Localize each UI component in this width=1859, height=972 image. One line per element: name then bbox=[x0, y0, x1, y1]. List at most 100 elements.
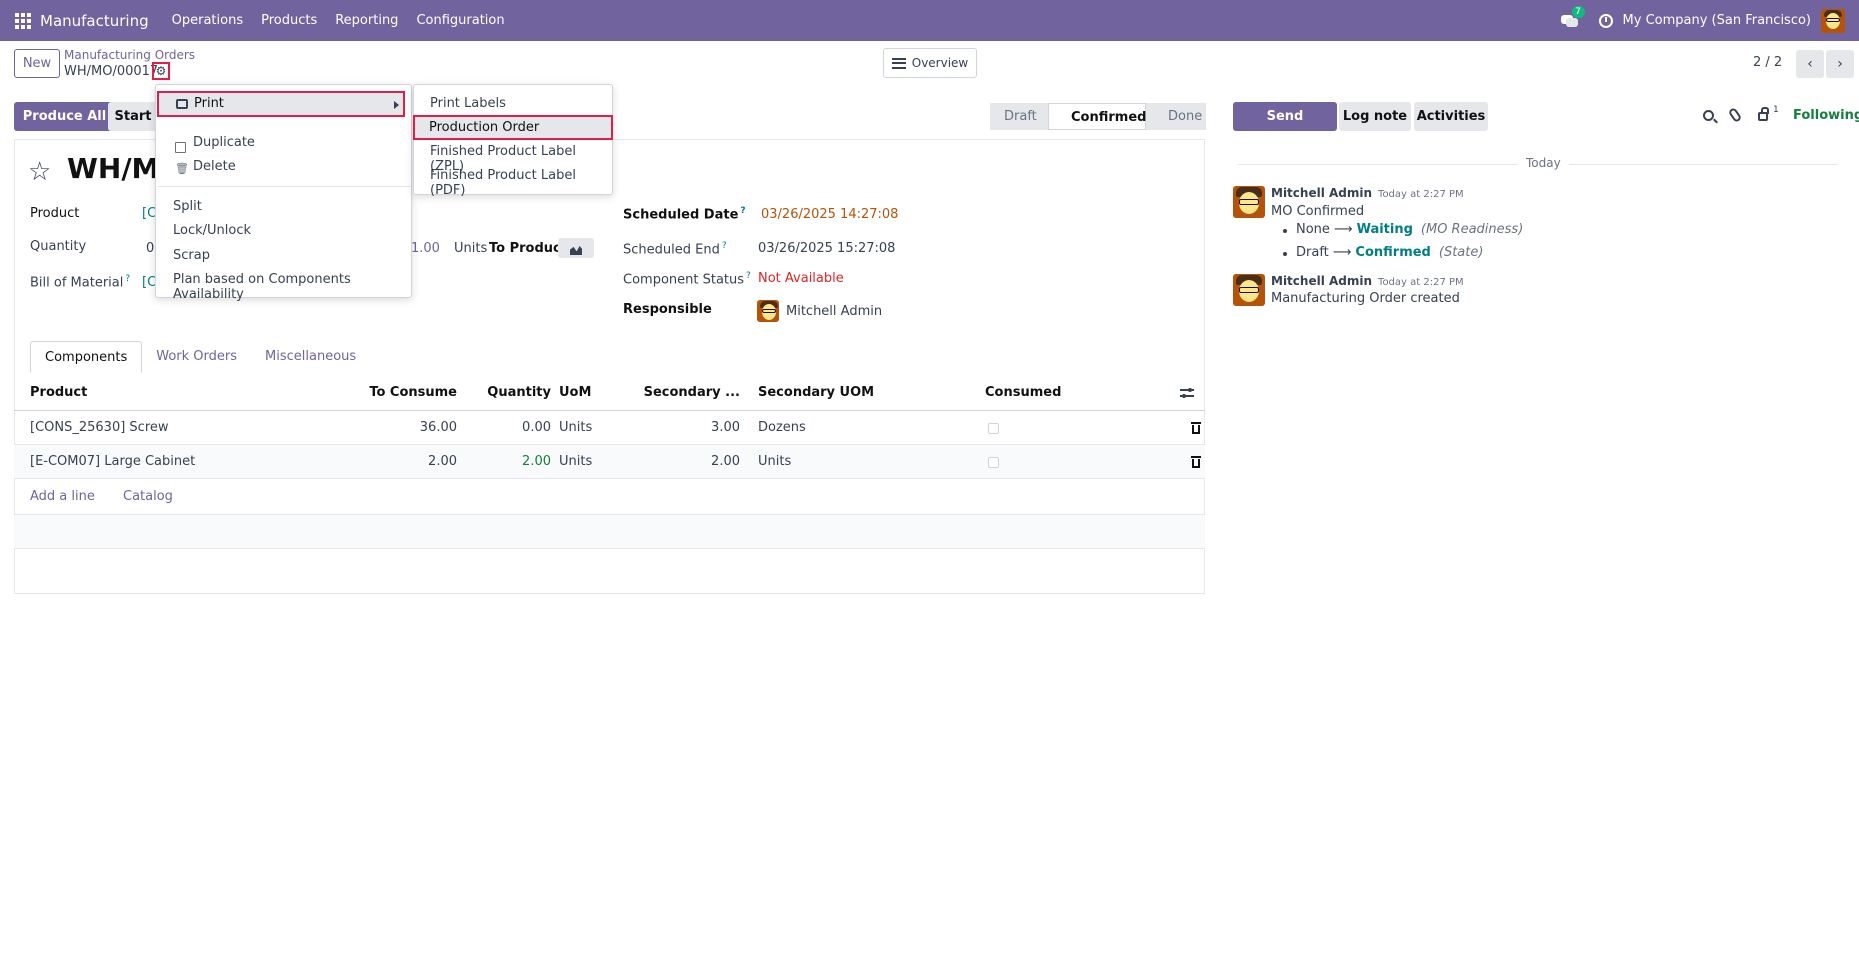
header-secondary-uom[interactable]: Secondary UOM bbox=[758, 375, 874, 411]
stage-confirmed[interactable]: Confirmed bbox=[1048, 103, 1146, 130]
new-button[interactable]: New bbox=[14, 49, 60, 78]
menu-operations[interactable]: Operations bbox=[172, 13, 243, 28]
chevron-left-icon: ‹ bbox=[1807, 56, 1813, 72]
submenu-production-order[interactable]: Production Order bbox=[413, 115, 613, 140]
message-author[interactable]: Mitchell Admin Today at 2:27 PM bbox=[1271, 186, 1464, 200]
menu-products[interactable]: Products bbox=[261, 13, 317, 28]
tracking-line: Draft ⟶ Confirmed (State) bbox=[1296, 245, 1484, 260]
following-button[interactable]: Following bbox=[1793, 108, 1859, 123]
scheduled-date-label: Scheduled Date? bbox=[623, 206, 746, 223]
paperclip-icon[interactable] bbox=[1727, 106, 1743, 124]
scheduled-end-value[interactable]: 03/26/2025 15:27:08 bbox=[758, 241, 895, 256]
table-row[interactable]: [E-COM07] Large Cabinet 2.00 2.00 Units … bbox=[14, 445, 1205, 479]
stage-draft[interactable]: Draft bbox=[990, 103, 1048, 130]
company-switcher[interactable]: My Company (San Francisco) bbox=[1623, 13, 1811, 28]
header-secondary-qty[interactable]: Secondary ... bbox=[634, 375, 740, 411]
pager-next-button[interactable]: › bbox=[1826, 50, 1854, 78]
column-settings-icon[interactable] bbox=[1180, 387, 1194, 399]
scheduled-date-value[interactable]: 03/26/2025 14:27:08 bbox=[761, 207, 898, 222]
component-status-label: Component Status? bbox=[623, 271, 751, 288]
menu-print[interactable]: Print bbox=[157, 91, 405, 117]
overview-label: Overview bbox=[911, 56, 969, 70]
message-body: MO Confirmed bbox=[1271, 204, 1365, 219]
tab-components[interactable]: Components bbox=[30, 341, 143, 373]
menu-scrap[interactable]: Scrap bbox=[173, 248, 210, 263]
top-navbar: Manufacturing Operations Products Report… bbox=[0, 0, 1859, 41]
scheduled-end-label: Scheduled End? bbox=[623, 241, 727, 258]
table-row[interactable]: [CONS_25630] Screw 36.00 0.00 Units 3.00… bbox=[14, 411, 1205, 445]
row-secondary-uom[interactable]: Units bbox=[758, 445, 791, 479]
row-product[interactable]: [E-COM07] Large Cabinet bbox=[30, 445, 195, 479]
submenu-production-order-label: Production Order bbox=[429, 120, 540, 135]
row-secondary-uom[interactable]: Dozens bbox=[758, 411, 806, 445]
row-product[interactable]: [CONS_25630] Screw bbox=[30, 411, 169, 445]
catalog-link[interactable]: Catalog bbox=[123, 479, 173, 515]
activity-clock-icon[interactable] bbox=[1598, 13, 1613, 28]
responsible-value[interactable]: Mitchell Admin bbox=[786, 304, 882, 319]
menu-lock-unlock[interactable]: Lock/Unlock bbox=[173, 223, 251, 238]
message-time: Today at 2:27 PM bbox=[1378, 277, 1464, 288]
search-icon[interactable] bbox=[1703, 110, 1714, 121]
row-uom[interactable]: Units bbox=[559, 411, 592, 445]
quantity-producing-value[interactable]: 1.00 bbox=[411, 241, 440, 256]
delete-trash-icon: 🗑 bbox=[175, 162, 189, 175]
menu-plan-availability[interactable]: Plan based on Components Availability bbox=[173, 272, 411, 302]
submenu-label-pdf[interactable]: Finished Product Label (PDF) bbox=[430, 168, 612, 198]
row-to-consume[interactable]: 2.00 bbox=[314, 445, 457, 479]
quantity-value[interactable]: 0 bbox=[146, 241, 154, 256]
submenu-print-labels[interactable]: Print Labels bbox=[430, 96, 506, 111]
arrow-right-icon: ⟶ bbox=[1332, 245, 1352, 260]
row-uom[interactable]: Units bbox=[559, 445, 592, 479]
area-chart-icon bbox=[570, 246, 582, 255]
activities-button[interactable]: Activities bbox=[1414, 102, 1488, 131]
send-message-button[interactable]: Send message bbox=[1233, 102, 1337, 153]
menu-delete[interactable]: Delete bbox=[193, 159, 236, 174]
log-note-button[interactable]: Log note bbox=[1339, 102, 1411, 131]
consumed-checkbox[interactable] bbox=[988, 457, 999, 468]
pager-value[interactable]: 2 / 2 bbox=[1753, 55, 1782, 70]
message-avatar[interactable] bbox=[1233, 186, 1265, 218]
header-to-consume[interactable]: To Consume bbox=[314, 375, 457, 411]
overview-button[interactable]: Overview bbox=[883, 48, 977, 78]
produce-all-button[interactable]: Produce All bbox=[14, 102, 115, 131]
trash-icon[interactable] bbox=[1191, 422, 1201, 434]
row-to-consume[interactable]: 36.00 bbox=[314, 411, 457, 445]
notebook-tabs: Components Work Orders Miscellaneous bbox=[30, 341, 370, 373]
menu-divider bbox=[157, 186, 411, 187]
tracking-bullet bbox=[1283, 252, 1287, 256]
header-quantity[interactable]: Quantity bbox=[474, 375, 551, 411]
user-avatar[interactable] bbox=[1821, 8, 1845, 33]
start-button[interactable]: Start bbox=[108, 102, 158, 131]
trash-icon[interactable] bbox=[1191, 456, 1201, 468]
message-body: Manufacturing Order created bbox=[1271, 291, 1460, 306]
row-quantity[interactable]: 0.00 bbox=[474, 411, 551, 445]
star-icon[interactable]: ☆ bbox=[28, 157, 51, 187]
stage-done[interactable]: Done bbox=[1146, 103, 1206, 130]
row-quantity[interactable]: 2.00 bbox=[474, 445, 551, 479]
gear-icon[interactable]: ⚙ bbox=[152, 62, 170, 80]
messaging-icon[interactable]: 7 bbox=[1560, 5, 1585, 28]
forecast-chart-button[interactable] bbox=[558, 238, 594, 258]
header-uom[interactable]: UoM bbox=[559, 375, 591, 411]
bom-label: Bill of Material? bbox=[30, 274, 131, 291]
pager-previous-button[interactable]: ‹ bbox=[1796, 50, 1824, 78]
message-author[interactable]: Mitchell Admin Today at 2:27 PM bbox=[1271, 274, 1464, 288]
menu-duplicate[interactable]: Duplicate bbox=[193, 135, 255, 150]
row-secondary-qty[interactable]: 3.00 bbox=[634, 411, 740, 445]
row-secondary-qty[interactable]: 2.00 bbox=[634, 445, 740, 479]
date-separator: Today bbox=[1518, 156, 1569, 170]
apps-menu-icon[interactable] bbox=[15, 12, 31, 29]
add-a-line-link[interactable]: Add a line bbox=[30, 479, 95, 515]
breadcrumb-parent[interactable]: Manufacturing Orders bbox=[64, 48, 195, 62]
header-consumed[interactable]: Consumed bbox=[985, 375, 1061, 411]
followers-lock-icon[interactable] bbox=[1758, 107, 1769, 121]
menu-split[interactable]: Split bbox=[173, 199, 202, 214]
tab-work-orders[interactable]: Work Orders bbox=[142, 341, 251, 373]
menu-configuration[interactable]: Configuration bbox=[416, 13, 504, 28]
menu-reporting[interactable]: Reporting bbox=[335, 13, 398, 28]
app-name[interactable]: Manufacturing bbox=[40, 12, 149, 30]
tab-miscellaneous[interactable]: Miscellaneous bbox=[251, 341, 370, 373]
consumed-checkbox[interactable] bbox=[988, 423, 999, 434]
message-avatar[interactable] bbox=[1233, 274, 1265, 306]
header-product[interactable]: Product bbox=[30, 375, 87, 411]
